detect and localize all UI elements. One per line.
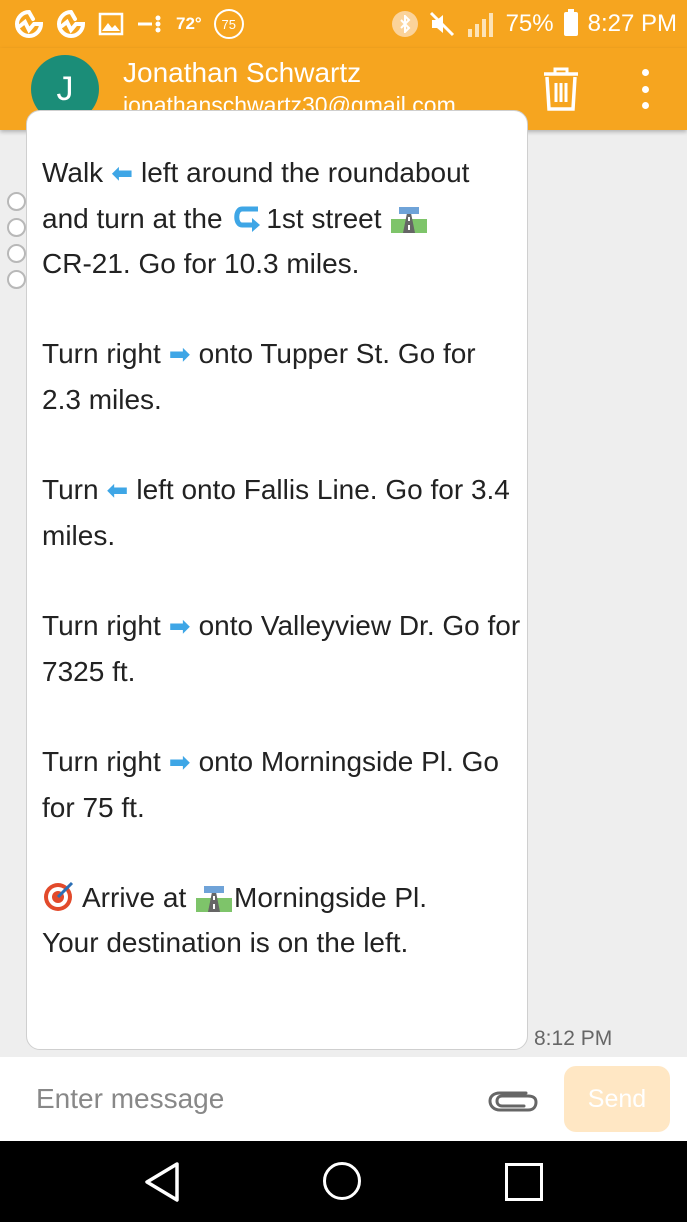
right-arrow-icon: ➡ — [168, 611, 191, 641]
arrival-step: Arrive at Morningside Pl. Your destinati… — [42, 875, 522, 965]
battery-percent: 75% — [505, 10, 554, 37]
direction-step: Turn right ➡ onto Tupper St. Go for 2.3 mi… — [42, 338, 476, 415]
vpn-key-icon — [138, 15, 161, 33]
direction-step: Turn ⬅ left onto Fallis Line. Go for 3.4 m… — [42, 474, 510, 551]
signal-icon — [467, 13, 493, 37]
road-icon — [391, 207, 428, 233]
road-icon — [196, 886, 233, 912]
left-arrow-icon: ⬅ — [111, 158, 133, 188]
temperature-text: 72° — [176, 14, 202, 33]
message-composer: Send — [0, 1057, 687, 1141]
contact-name: Jonathan Schwartz — [123, 57, 362, 88]
battery-icon — [563, 9, 578, 36]
direction-step: Walk ⬅ left around the roundabout and turn… — [42, 157, 470, 279]
right-arrow-icon: ➡ — [168, 747, 191, 777]
send-button[interactable]: Send — [564, 1066, 670, 1132]
target-icon — [44, 881, 74, 911]
direction-step: Turn right ➡ onto Morningside Pl. Go for 7… — [42, 746, 499, 823]
right-arrow-icon: ➡ — [168, 339, 191, 369]
trash-icon[interactable] — [540, 65, 582, 113]
message-timestamp: 8:12 PM — [534, 1027, 613, 1050]
direction-step: Turn right ➡ onto Valleyview Dr. Go for 73… — [42, 610, 521, 687]
message-selection-dots[interactable] — [7, 192, 26, 289]
mute-icon — [429, 11, 454, 37]
more-options-icon[interactable] — [630, 65, 660, 113]
clock-time: 8:27 PM — [587, 10, 677, 37]
system-nav-bar — [0, 1141, 687, 1222]
recent-apps-icon[interactable] — [505, 1163, 543, 1201]
image-icon — [98, 12, 124, 36]
avast-icon — [56, 10, 86, 38]
return-arrow-icon — [234, 206, 261, 232]
home-icon[interactable] — [323, 1162, 361, 1200]
left-arrow-icon: ⬅ — [106, 475, 129, 505]
bluetooth-icon — [391, 11, 418, 37]
back-icon[interactable] — [143, 1161, 181, 1203]
message-input[interactable] — [34, 1069, 468, 1129]
attachment-icon[interactable] — [486, 1083, 540, 1117]
message-text: Walk ⬅ left around the roundabout and turn… — [42, 150, 522, 1010]
status-bar: 72° 75 75% 8:27 PM — [0, 0, 687, 48]
avast-icon — [14, 10, 44, 38]
aqi-badge: 75 — [213, 9, 244, 39]
